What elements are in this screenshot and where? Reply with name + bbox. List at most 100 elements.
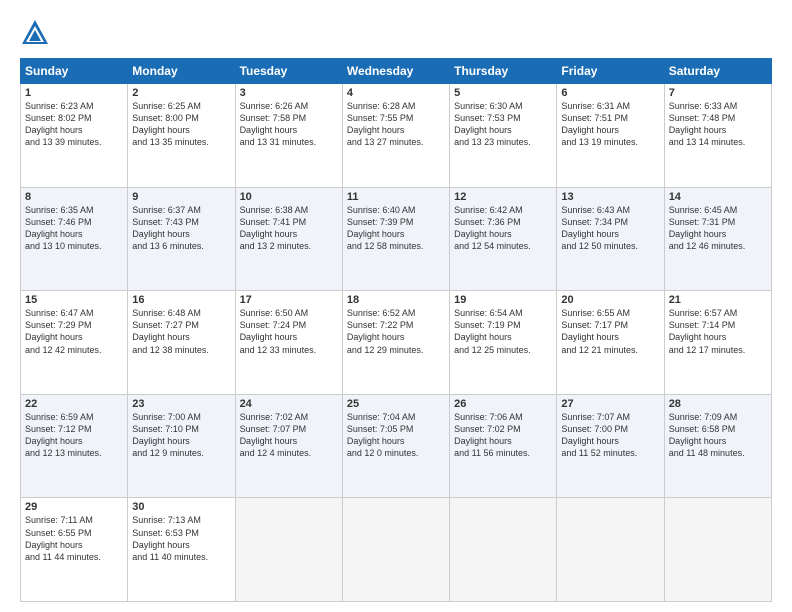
day-info: Sunrise: 6:25 AMSunset: 8:00 PMDaylight … <box>132 100 230 149</box>
day-info: Sunrise: 6:35 AMSunset: 7:46 PMDaylight … <box>25 204 123 253</box>
day-info: Sunrise: 6:54 AMSunset: 7:19 PMDaylight … <box>454 307 552 356</box>
calendar-cell <box>342 498 449 602</box>
day-info: Sunrise: 6:47 AMSunset: 7:29 PMDaylight … <box>25 307 123 356</box>
day-info: Sunrise: 6:45 AMSunset: 7:31 PMDaylight … <box>669 204 767 253</box>
calendar-cell <box>664 498 771 602</box>
calendar-cell: 2Sunrise: 6:25 AMSunset: 8:00 PMDaylight… <box>128 84 235 188</box>
calendar-cell <box>557 498 664 602</box>
day-number: 21 <box>669 294 767 306</box>
calendar-cell: 27Sunrise: 7:07 AMSunset: 7:00 PMDayligh… <box>557 394 664 498</box>
calendar-cell: 3Sunrise: 6:26 AMSunset: 7:58 PMDaylight… <box>235 84 342 188</box>
day-header-wednesday: Wednesday <box>342 59 449 84</box>
calendar-cell: 17Sunrise: 6:50 AMSunset: 7:24 PMDayligh… <box>235 291 342 395</box>
day-number: 27 <box>561 398 659 410</box>
day-number: 4 <box>347 87 445 99</box>
calendar-cell: 8Sunrise: 6:35 AMSunset: 7:46 PMDaylight… <box>21 187 128 291</box>
day-info: Sunrise: 6:50 AMSunset: 7:24 PMDaylight … <box>240 307 338 356</box>
day-number: 7 <box>669 87 767 99</box>
calendar-cell: 24Sunrise: 7:02 AMSunset: 7:07 PMDayligh… <box>235 394 342 498</box>
day-header-thursday: Thursday <box>450 59 557 84</box>
calendar-cell: 13Sunrise: 6:43 AMSunset: 7:34 PMDayligh… <box>557 187 664 291</box>
day-number: 20 <box>561 294 659 306</box>
day-number: 12 <box>454 191 552 203</box>
day-number: 30 <box>132 501 230 513</box>
day-number: 9 <box>132 191 230 203</box>
calendar-cell: 30Sunrise: 7:13 AMSunset: 6:53 PMDayligh… <box>128 498 235 602</box>
day-number: 25 <box>347 398 445 410</box>
day-info: Sunrise: 6:28 AMSunset: 7:55 PMDaylight … <box>347 100 445 149</box>
calendar-cell: 25Sunrise: 7:04 AMSunset: 7:05 PMDayligh… <box>342 394 449 498</box>
day-number: 19 <box>454 294 552 306</box>
day-header-monday: Monday <box>128 59 235 84</box>
day-number: 18 <box>347 294 445 306</box>
header <box>20 18 772 48</box>
day-number: 26 <box>454 398 552 410</box>
day-number: 2 <box>132 87 230 99</box>
calendar-cell: 22Sunrise: 6:59 AMSunset: 7:12 PMDayligh… <box>21 394 128 498</box>
day-info: Sunrise: 6:52 AMSunset: 7:22 PMDaylight … <box>347 307 445 356</box>
day-info: Sunrise: 6:48 AMSunset: 7:27 PMDaylight … <box>132 307 230 356</box>
day-number: 11 <box>347 191 445 203</box>
day-number: 6 <box>561 87 659 99</box>
day-info: Sunrise: 6:31 AMSunset: 7:51 PMDaylight … <box>561 100 659 149</box>
day-info: Sunrise: 6:43 AMSunset: 7:34 PMDaylight … <box>561 204 659 253</box>
logo-icon <box>20 18 50 48</box>
day-info: Sunrise: 6:55 AMSunset: 7:17 PMDaylight … <box>561 307 659 356</box>
day-info: Sunrise: 6:42 AMSunset: 7:36 PMDaylight … <box>454 204 552 253</box>
day-header-friday: Friday <box>557 59 664 84</box>
calendar-cell: 12Sunrise: 6:42 AMSunset: 7:36 PMDayligh… <box>450 187 557 291</box>
calendar-body: 1Sunrise: 6:23 AMSunset: 8:02 PMDaylight… <box>21 84 772 602</box>
day-number: 3 <box>240 87 338 99</box>
calendar-cell: 11Sunrise: 6:40 AMSunset: 7:39 PMDayligh… <box>342 187 449 291</box>
day-info: Sunrise: 7:06 AMSunset: 7:02 PMDaylight … <box>454 411 552 460</box>
day-info: Sunrise: 7:09 AMSunset: 6:58 PMDaylight … <box>669 411 767 460</box>
calendar-cell: 21Sunrise: 6:57 AMSunset: 7:14 PMDayligh… <box>664 291 771 395</box>
day-number: 23 <box>132 398 230 410</box>
calendar-cell: 4Sunrise: 6:28 AMSunset: 7:55 PMDaylight… <box>342 84 449 188</box>
day-info: Sunrise: 6:30 AMSunset: 7:53 PMDaylight … <box>454 100 552 149</box>
day-info: Sunrise: 7:00 AMSunset: 7:10 PMDaylight … <box>132 411 230 460</box>
calendar-cell: 6Sunrise: 6:31 AMSunset: 7:51 PMDaylight… <box>557 84 664 188</box>
day-info: Sunrise: 7:11 AMSunset: 6:55 PMDaylight … <box>25 514 123 563</box>
calendar-week-1: 1Sunrise: 6:23 AMSunset: 8:02 PMDaylight… <box>21 84 772 188</box>
day-number: 5 <box>454 87 552 99</box>
day-info: Sunrise: 6:23 AMSunset: 8:02 PMDaylight … <box>25 100 123 149</box>
calendar-cell: 15Sunrise: 6:47 AMSunset: 7:29 PMDayligh… <box>21 291 128 395</box>
day-number: 29 <box>25 501 123 513</box>
calendar-cell: 26Sunrise: 7:06 AMSunset: 7:02 PMDayligh… <box>450 394 557 498</box>
calendar-cell: 5Sunrise: 6:30 AMSunset: 7:53 PMDaylight… <box>450 84 557 188</box>
day-number: 1 <box>25 87 123 99</box>
calendar-cell: 16Sunrise: 6:48 AMSunset: 7:27 PMDayligh… <box>128 291 235 395</box>
day-header-sunday: Sunday <box>21 59 128 84</box>
calendar-table: SundayMondayTuesdayWednesdayThursdayFrid… <box>20 58 772 602</box>
calendar-cell: 18Sunrise: 6:52 AMSunset: 7:22 PMDayligh… <box>342 291 449 395</box>
day-info: Sunrise: 7:13 AMSunset: 6:53 PMDaylight … <box>132 514 230 563</box>
logo <box>20 18 54 48</box>
calendar-cell: 9Sunrise: 6:37 AMSunset: 7:43 PMDaylight… <box>128 187 235 291</box>
calendar-header: SundayMondayTuesdayWednesdayThursdayFrid… <box>21 59 772 84</box>
day-number: 24 <box>240 398 338 410</box>
day-number: 22 <box>25 398 123 410</box>
calendar-week-4: 22Sunrise: 6:59 AMSunset: 7:12 PMDayligh… <box>21 394 772 498</box>
day-number: 10 <box>240 191 338 203</box>
calendar-cell: 23Sunrise: 7:00 AMSunset: 7:10 PMDayligh… <box>128 394 235 498</box>
day-info: Sunrise: 6:38 AMSunset: 7:41 PMDaylight … <box>240 204 338 253</box>
calendar-cell <box>450 498 557 602</box>
day-info: Sunrise: 6:57 AMSunset: 7:14 PMDaylight … <box>669 307 767 356</box>
day-info: Sunrise: 7:02 AMSunset: 7:07 PMDaylight … <box>240 411 338 460</box>
day-info: Sunrise: 6:37 AMSunset: 7:43 PMDaylight … <box>132 204 230 253</box>
calendar-cell: 7Sunrise: 6:33 AMSunset: 7:48 PMDaylight… <box>664 84 771 188</box>
day-info: Sunrise: 7:07 AMSunset: 7:00 PMDaylight … <box>561 411 659 460</box>
header-row: SundayMondayTuesdayWednesdayThursdayFrid… <box>21 59 772 84</box>
page: SundayMondayTuesdayWednesdayThursdayFrid… <box>0 0 792 612</box>
day-info: Sunrise: 6:40 AMSunset: 7:39 PMDaylight … <box>347 204 445 253</box>
day-info: Sunrise: 6:33 AMSunset: 7:48 PMDaylight … <box>669 100 767 149</box>
day-number: 28 <box>669 398 767 410</box>
calendar-cell: 29Sunrise: 7:11 AMSunset: 6:55 PMDayligh… <box>21 498 128 602</box>
day-info: Sunrise: 6:59 AMSunset: 7:12 PMDaylight … <box>25 411 123 460</box>
day-number: 16 <box>132 294 230 306</box>
day-info: Sunrise: 6:26 AMSunset: 7:58 PMDaylight … <box>240 100 338 149</box>
day-number: 15 <box>25 294 123 306</box>
calendar-week-3: 15Sunrise: 6:47 AMSunset: 7:29 PMDayligh… <box>21 291 772 395</box>
calendar-cell: 10Sunrise: 6:38 AMSunset: 7:41 PMDayligh… <box>235 187 342 291</box>
